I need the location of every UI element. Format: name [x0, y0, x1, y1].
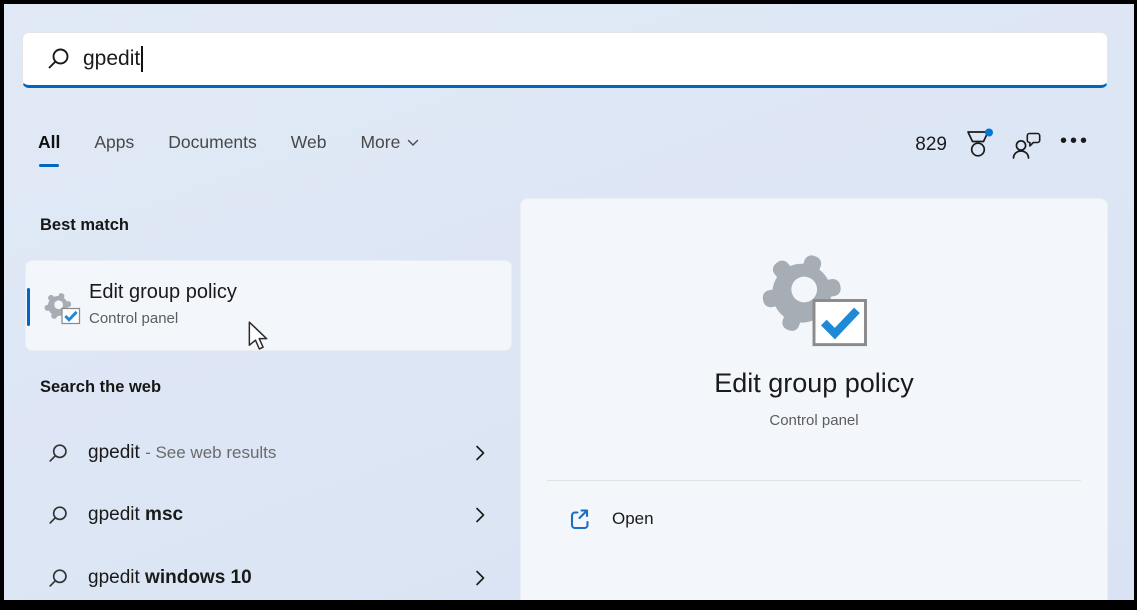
web-suggestion-row[interactable]: gpedit - See web results	[25, 428, 512, 478]
rewards-points: 829	[915, 134, 947, 156]
web-suggestion-row[interactable]: gpedit msc	[25, 490, 512, 540]
search-flyout: gpedit All Apps Documents Web More 829 •…	[4, 4, 1134, 600]
open-external-icon	[569, 508, 590, 531]
search-filter-tabs: All Apps Documents Web More	[38, 132, 419, 167]
preview-title: Edit group policy	[521, 368, 1107, 399]
tab-documents[interactable]: Documents	[168, 132, 257, 167]
divider	[547, 480, 1081, 481]
text-caret	[141, 46, 143, 72]
open-label: Open	[612, 509, 654, 529]
tab-web[interactable]: Web	[291, 132, 327, 167]
tab-apps[interactable]: Apps	[94, 132, 134, 167]
group-policy-gear-icon	[755, 249, 873, 352]
suggestion-query: gpedit	[88, 442, 140, 463]
suggestion-suffix: - See web results	[145, 443, 276, 462]
result-preview-panel: Edit group policy Control panel Open	[520, 198, 1108, 600]
chevron-right-icon[interactable]	[475, 444, 486, 462]
topbar-actions: 829 •••	[915, 128, 1090, 162]
search-input[interactable]: gpedit	[22, 32, 1108, 88]
group-policy-gear-icon	[42, 291, 82, 326]
tab-more[interactable]: More	[360, 132, 419, 167]
search-icon	[48, 568, 69, 589]
search-icon	[47, 47, 71, 71]
best-match-heading: Best match	[40, 216, 129, 235]
search-icon	[48, 443, 69, 464]
more-options-button[interactable]: •••	[1060, 136, 1090, 154]
chevron-down-icon	[407, 139, 419, 147]
open-action[interactable]: Open	[547, 496, 1081, 542]
person-chat-icon[interactable]	[1011, 131, 1043, 159]
rewards-trophy-icon[interactable]	[964, 128, 994, 162]
search-the-web-heading: Search the web	[40, 378, 161, 397]
suggestion-suffix: windows 10	[145, 567, 252, 588]
chevron-right-icon[interactable]	[475, 506, 486, 524]
chevron-right-icon[interactable]	[475, 569, 486, 587]
suggestion-query: gpedit	[88, 567, 145, 588]
web-suggestion-row[interactable]: gpedit windows 10	[25, 553, 512, 600]
search-query-text[interactable]: gpedit	[83, 47, 140, 71]
tab-all[interactable]: All	[38, 132, 60, 167]
selection-accent-bar	[27, 288, 30, 326]
preview-subtitle: Control panel	[521, 412, 1107, 429]
search-icon	[48, 505, 69, 526]
best-match-result[interactable]: Edit group policy Control panel	[25, 260, 512, 351]
suggestion-suffix: msc	[145, 504, 183, 525]
best-match-subtitle: Control panel	[89, 310, 178, 327]
best-match-title[interactable]: Edit group policy	[89, 281, 237, 304]
suggestion-query: gpedit	[88, 504, 145, 525]
